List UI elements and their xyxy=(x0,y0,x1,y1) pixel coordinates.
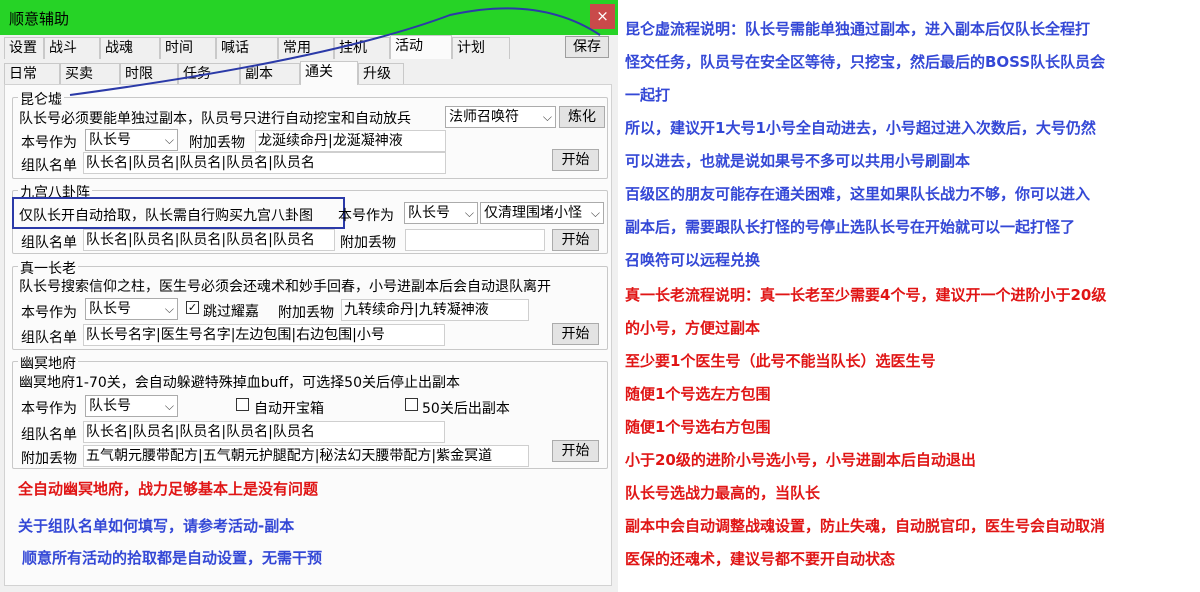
right-note-line: 可以进去，也就是说如果号不多可以共用小号刷副本 xyxy=(625,152,971,170)
right-note-line: 昆仑虚流程说明：队长号需能单独通过副本，进入副本后仅队长全程打 xyxy=(625,20,1091,38)
right-note-line: 副本后，需要跟队长打怪的号停止选队长号在开始就可以一起打怪了 xyxy=(625,218,1076,236)
right-note-line: 的小号，方便过副本 xyxy=(625,319,761,337)
right-note-line: 随便1个号选右方包围 xyxy=(625,418,771,436)
right-note-line: 副本中会自动调整战魂设置，防止失魂，自动脱官印，医生号会自动取消 xyxy=(625,517,1106,535)
right-note-line: 怪交任务，队员号在安全区等待，只挖宝，然后最后的BOSS队长队员会 xyxy=(625,53,1106,71)
tab-clear-stage[interactable]: 通关 xyxy=(300,61,358,85)
tab-activity[interactable]: 活动 xyxy=(390,35,452,59)
right-note-line: 百级区的朋友可能存在通关困难，这里如果队长战力不够，你可以进入 xyxy=(625,185,1091,203)
right-note-line: 一起打 xyxy=(625,86,671,104)
right-note-line: 医保的还魂术，建议号都不要开自动状态 xyxy=(625,550,896,568)
right-note-line: 所以，建议开1大号1小号全自动进去，小号超过进入次数后，大号仍然 xyxy=(625,119,1096,137)
right-note-line: 小于20级的进阶小号选小号，小号进副本后自动退出 xyxy=(625,451,976,469)
right-note-line: 队长号选战力最高的，当队长 xyxy=(625,484,821,502)
right-note-line: 随便1个号选左方包围 xyxy=(625,385,771,403)
right-note-line: 真一长老流程说明：真一长老至少需要4个号，建议开一个进阶小于20级 xyxy=(625,286,1107,304)
right-note-line: 至少要1个医生号（此号不能当队长）选医生号 xyxy=(625,352,936,370)
right-note-line: 召唤符可以远程兑换 xyxy=(625,251,761,269)
